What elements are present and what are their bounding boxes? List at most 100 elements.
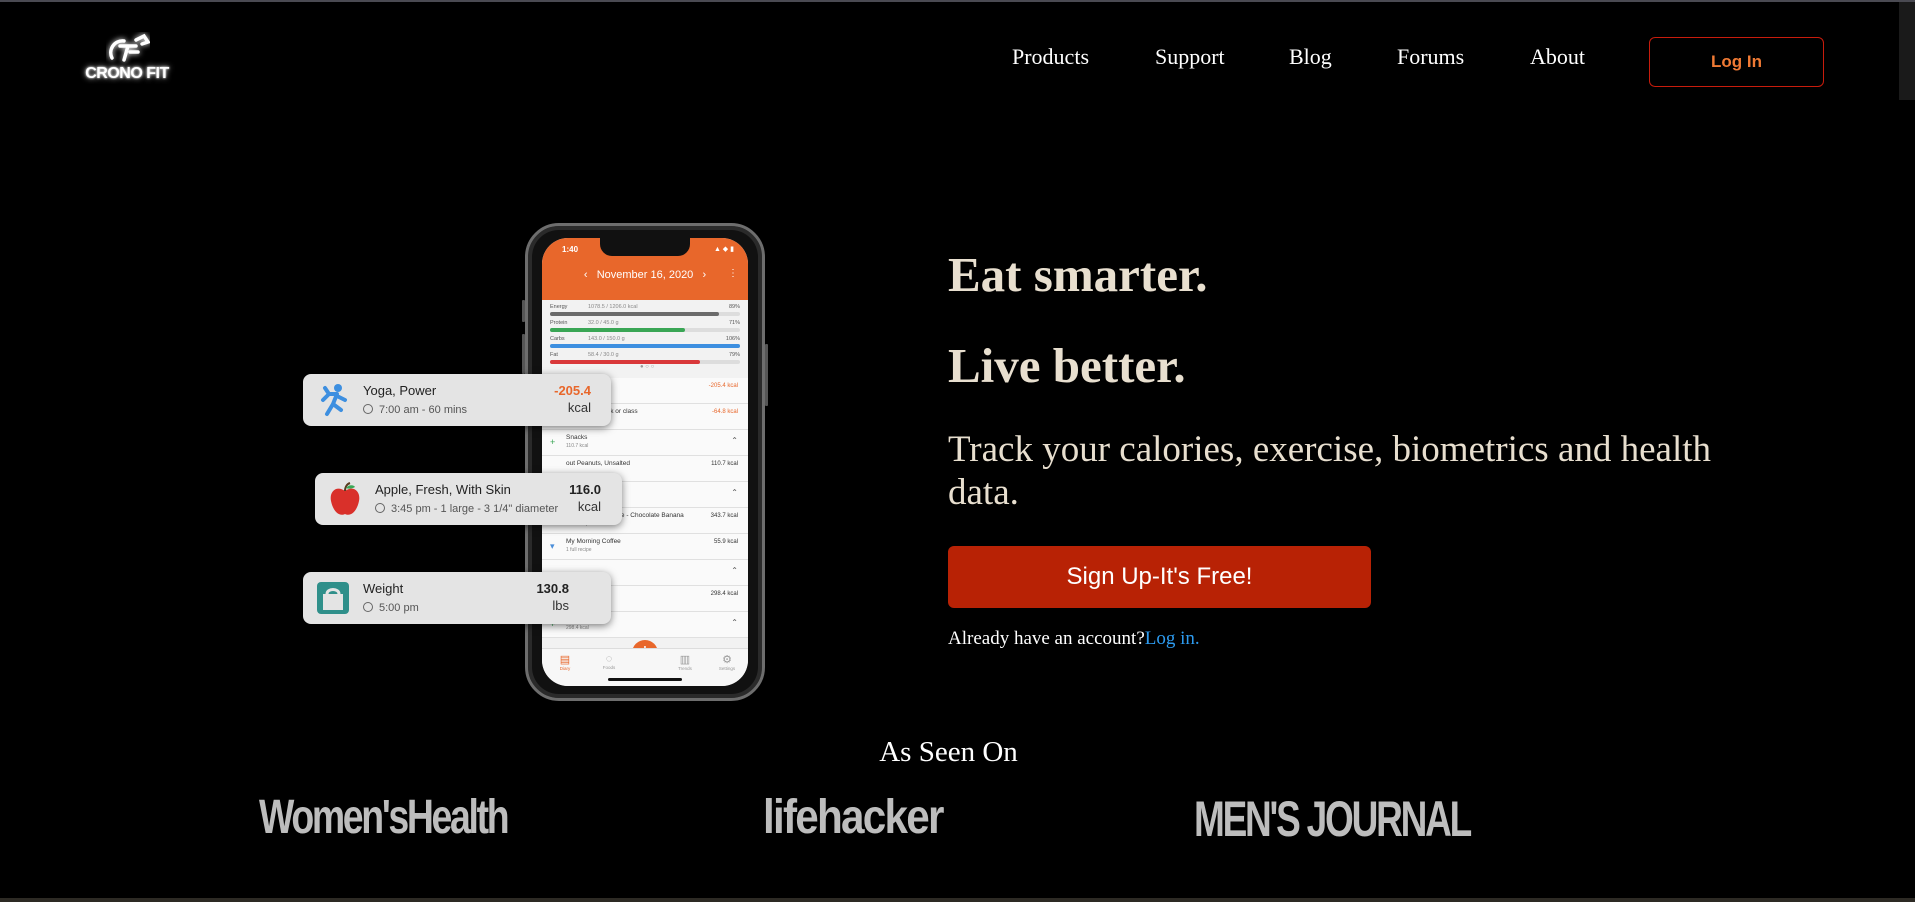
- chevron-up-icon: ⌃: [731, 566, 738, 575]
- food-card-title: Apple, Fresh, With Skin: [375, 482, 511, 497]
- exercise-card-unit: kcal: [567, 400, 591, 415]
- diary-row-sub: 110.7 kcal: [566, 443, 589, 449]
- diary-row-value: -64.8 kcal: [711, 409, 738, 415]
- next-day-icon: ›: [702, 269, 707, 281]
- macro-row: Protein 32.0 / 45.0 g 71%: [550, 320, 740, 336]
- food-card-unit: kcal: [577, 499, 601, 514]
- exercise-card-title: Yoga, Power: [363, 383, 437, 398]
- nav-blog[interactable]: Blog: [1289, 44, 1332, 70]
- nav-products[interactable]: Products: [1012, 44, 1089, 70]
- clock-icon: [363, 602, 373, 612]
- nav-products-link[interactable]: Products: [1012, 44, 1089, 69]
- food-card-detail: 3:45 pm - 1 large - 3 1/4" diameter: [391, 503, 559, 515]
- cup-icon: ▾: [550, 541, 555, 551]
- diary-row-sub: 298.4 kcal: [566, 625, 589, 631]
- weight-card: Weight 5:00 pm 130.8 lbs: [303, 572, 611, 624]
- macro-bar: [550, 344, 740, 348]
- macro-name: Carbs: [550, 336, 565, 342]
- macro-percent: 89%: [728, 304, 740, 310]
- diary-date-label: November 16, 2020: [596, 269, 694, 281]
- page-dots: ● ○ ○: [640, 364, 655, 370]
- scale-icon: [317, 582, 349, 614]
- tab-foods-label: Foods: [602, 665, 616, 670]
- nav-about[interactable]: About: [1530, 44, 1585, 70]
- status-icons: ▲ ◆ ▮: [713, 246, 734, 253]
- macro-amount: 143.0 / 150.0 g: [588, 336, 625, 342]
- nav-support-link[interactable]: Support: [1155, 44, 1225, 69]
- phone-mute-switch: [522, 300, 525, 322]
- nav-blog-link[interactable]: Blog: [1289, 44, 1332, 69]
- window-top-border: [0, 0, 1915, 2]
- phone-mockup: 1:40 ▲ ◆ ▮ ‹ November 16, 2020 › ⋮ Energ…: [522, 223, 768, 701]
- tab-trends: ▥ Trends: [670, 653, 700, 671]
- exercise-card-sub: 7:00 am - 60 mins: [363, 404, 467, 416]
- nav-about-link[interactable]: About: [1530, 44, 1585, 69]
- home-indicator: [608, 678, 682, 681]
- gear-icon: ⚙: [722, 654, 732, 666]
- macro-row: Carbs 143.0 / 150.0 g 106%: [550, 336, 740, 352]
- tab-foods: ◌ Foods: [594, 653, 624, 670]
- macro-bar-fill: [550, 360, 701, 364]
- diary-row: + Snacks 110.7 kcal ⌃: [542, 430, 748, 456]
- login-button[interactable]: Log In: [1649, 37, 1824, 87]
- signup-button[interactable]: Sign Up-It's Free!: [948, 546, 1371, 608]
- weight-card-value: 130.8: [536, 581, 569, 596]
- crono-fit-logo-mark-icon: [109, 33, 150, 62]
- nav-forums-link[interactable]: Forums: [1397, 44, 1464, 69]
- macro-percent: 79%: [728, 352, 740, 358]
- macro-bar-fill: [550, 344, 740, 348]
- macro-bar: [550, 312, 740, 316]
- diary-row: ▾ My Morning Coffee 1 full recipe 55.9 kcal: [542, 534, 748, 560]
- phone-notch: [600, 238, 690, 256]
- login-link[interactable]: Log in.: [1145, 628, 1200, 649]
- crono-fit-logo[interactable]: CRONO FIT: [78, 32, 176, 88]
- already-have-account: Already have an account?Log in.: [948, 628, 1200, 650]
- macro-bar: [550, 328, 740, 332]
- chevron-up-icon: ⌃: [731, 488, 738, 497]
- apple-icon: [330, 482, 360, 515]
- chevron-up-icon: ⌃: [731, 618, 738, 627]
- apple-tab-icon: ◌: [605, 653, 613, 665]
- weight-card-title: Weight: [363, 581, 404, 596]
- window-bottom-border: [0, 898, 1915, 902]
- macro-amount: 58.4 / 30.0 g: [588, 352, 619, 358]
- chart-icon: ▥: [679, 654, 691, 666]
- food-card: Apple, Fresh, With Skin 3:45 pm - 1 larg…: [315, 473, 622, 525]
- weight-card-time: 5:00 pm: [379, 602, 419, 614]
- nav-forums[interactable]: Forums: [1397, 44, 1464, 70]
- phone-volume-up: [522, 334, 525, 374]
- scrollbar-thumb[interactable]: [1899, 2, 1915, 100]
- diary-row-value: 298.4 kcal: [710, 591, 738, 597]
- status-time: 1:40: [562, 245, 579, 254]
- app-header: 1:40 ▲ ◆ ▮ ‹ November 16, 2020 › ⋮: [542, 238, 748, 300]
- mens-journal-logo: MEN'S JOURNAL: [1194, 791, 1472, 847]
- plus-icon: +: [550, 437, 556, 447]
- diary-icon: ▤: [559, 654, 571, 666]
- diary-row-value: -205.4 kcal: [708, 383, 738, 389]
- macro-row: Energy 1078.5 / 1206.0 kcal 89%: [550, 304, 740, 320]
- macro-bar-fill: [550, 312, 720, 316]
- diary-row-value: 110.7 kcal: [711, 461, 738, 467]
- lifehacker-logo: lifehacker: [763, 791, 944, 844]
- tab-settings-label: Settings: [718, 666, 736, 671]
- diary-row-title: My Morning Coffee: [566, 538, 621, 545]
- weight-card-unit: lbs: [552, 598, 569, 613]
- tab-settings: ⚙ Settings: [712, 653, 742, 671]
- food-card-sub: 3:45 pm - 1 large - 3 1/4" diameter: [375, 503, 558, 515]
- clock-icon: [363, 404, 373, 414]
- macro-name: Protein: [550, 320, 568, 326]
- womens-health-logo: Women'sHealth: [259, 791, 510, 844]
- logo-wordmark: CRONO FIT: [85, 65, 169, 82]
- diary-row-title: out Peanuts, Unsalted: [566, 460, 630, 467]
- already-text: Already have an account?: [948, 628, 1145, 649]
- phone-power-button: [765, 344, 768, 406]
- as-seen-on-heading: As Seen On: [879, 736, 1018, 768]
- headline-eat-smarter: Eat smarter.: [948, 247, 1208, 302]
- exercise-card: Yoga, Power 7:00 am - 60 mins -205.4 kca…: [303, 374, 611, 426]
- macro-amount: 32.0 / 45.0 g: [588, 320, 619, 326]
- diary-row-sub: 1 full recipe: [566, 547, 592, 553]
- diary-date: ‹ November 16, 2020 ›: [542, 269, 748, 281]
- nav-support[interactable]: Support: [1155, 44, 1225, 70]
- runner-icon: [321, 384, 347, 416]
- weight-card-sub: 5:00 pm: [363, 602, 419, 614]
